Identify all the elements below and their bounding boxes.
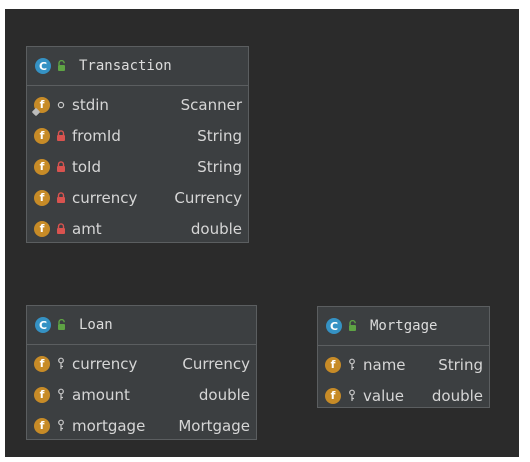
class-name: Transaction [79,58,172,74]
class-header: C Mortgage [318,307,489,346]
field-badge-icon: f [31,96,50,116]
package-key-icon [52,388,70,401]
field-badge-icon: f [34,189,50,206]
field-row[interactable]: f name String [318,349,489,380]
field-type: double [198,385,250,404]
field-name: fromId [72,126,121,145]
class-node-mortgage[interactable]: C Mortgage f name String f value double [317,306,490,408]
field-type: Currency [182,354,250,373]
field-type: Scanner [180,95,242,114]
field-badge-icon: f [34,355,50,372]
field-name: amount [72,385,130,404]
private-lock-icon [52,222,70,235]
field-row[interactable]: f currency Currency [27,182,248,213]
field-name: name [363,355,406,374]
field-badge-icon: f [34,127,50,144]
class-badge-icon: C [35,317,51,333]
private-lock-icon [52,191,70,204]
public-lock-icon [344,320,362,332]
field-type: String [197,157,242,176]
field-type: Mortgage [178,416,250,435]
field-row[interactable]: f toId String [27,151,248,182]
field-row[interactable]: f amount double [27,379,256,410]
class-header: C Transaction [27,47,248,86]
public-lock-icon [53,60,71,72]
field-row[interactable]: f mortgage Mortgage [27,410,256,441]
field-name: value [363,386,404,405]
package-key-icon [52,357,70,370]
class-node-transaction[interactable]: C Transaction f stdin Scanner f fromId S… [26,46,249,243]
field-badge-icon: f [325,356,341,373]
package-key-icon [343,358,361,371]
field-name: toId [72,157,102,176]
public-lock-icon [53,319,71,331]
field-name: currency [72,188,138,207]
class-name: Mortgage [370,318,438,334]
field-badge-icon: f [34,386,50,403]
field-row[interactable]: f amt double [27,213,248,244]
field-type: String [197,126,242,145]
class-name: Loan [79,317,113,333]
field-row[interactable]: f stdin Scanner [27,89,248,120]
diagram-canvas: C Transaction f stdin Scanner f fromId S… [5,9,519,457]
class-header: C Loan [27,306,256,345]
package-key-icon [52,419,70,432]
field-name: currency [72,354,138,373]
field-row[interactable]: f fromId String [27,120,248,151]
private-lock-icon [52,129,70,142]
field-row[interactable]: f value double [318,380,489,411]
field-name: mortgage [72,416,146,435]
field-type: String [438,355,483,374]
package-key-icon [343,389,361,402]
private-lock-icon [52,160,70,173]
class-node-loan[interactable]: C Loan f currency Currency f amount doub… [26,305,257,440]
field-badge-icon: f [34,417,50,434]
field-row[interactable]: f currency Currency [27,348,256,379]
field-name: amt [72,219,102,238]
field-badge-icon: f [34,220,50,237]
field-badge-icon: f [325,387,341,404]
field-name: stdin [72,95,109,114]
field-type: Currency [174,188,242,207]
field-type: double [190,219,242,238]
package-circle-icon [52,101,70,109]
class-badge-icon: C [326,318,342,334]
class-badge-icon: C [35,58,51,74]
field-type: double [431,386,483,405]
field-badge-icon: f [34,158,50,175]
